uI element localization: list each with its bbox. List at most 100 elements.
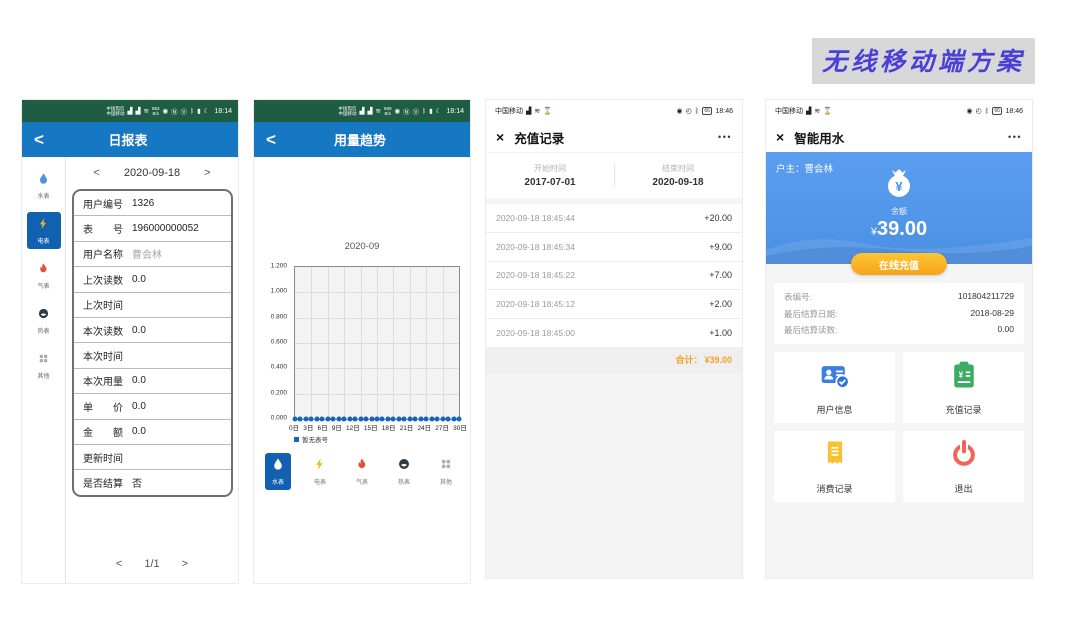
consume-record-card[interactable]: 消费记录 xyxy=(774,431,895,502)
sidebar-item-water-meter[interactable]: 水表 xyxy=(27,167,61,204)
wifi-icon: ≋ xyxy=(144,107,149,115)
record-row: 2020-09-18 18:45:00 +1.00 xyxy=(486,318,742,347)
total-value: ¥39.00 xyxy=(704,355,732,365)
wifi-icon: ≋ xyxy=(376,107,381,115)
balance-card-wrap: 户主：曹会林 ¥ 余额 ¥39.00 在线充值 xyxy=(766,152,1032,264)
chart-y-axis: 1.2001.0000.8000.6000.4000.2000.000 xyxy=(257,266,290,418)
grid-dots-icon xyxy=(439,457,453,476)
form-row: 是否结算 否 xyxy=(74,469,231,494)
consume-record-icon xyxy=(819,438,851,475)
form-row: 上次时间 xyxy=(74,292,231,317)
record-time: 2020-09-18 18:45:44 xyxy=(496,213,575,223)
record-amount: +1.00 xyxy=(709,328,732,338)
eye-icon: ◉ xyxy=(966,107,972,115)
exit-card[interactable]: 退出 xyxy=(903,431,1024,502)
field-label: 更新时间 xyxy=(83,450,123,465)
user-info-card[interactable]: 用户信息 xyxy=(774,352,895,423)
back-icon[interactable]: < xyxy=(34,130,44,150)
water-drop-icon xyxy=(271,457,285,476)
record-time: 2020-09-18 18:45:00 xyxy=(496,328,575,338)
field-value: 1326 xyxy=(132,198,154,209)
status-bar: 中国电信 中国移动 ▟ ▟ ≋ 853 B/s ◉ Ⓝ Ⓥ ᛒ ▮ ☾ 18:1… xyxy=(22,100,238,122)
tab-electric-meter[interactable]: 电表 xyxy=(307,453,333,490)
info-value: 2018-08-29 xyxy=(971,308,1014,320)
tab-heat-meter[interactable]: 热表 xyxy=(391,453,417,490)
form-row: 更新时间 xyxy=(74,444,231,469)
moon-icon: ☾ xyxy=(204,107,210,115)
sidebar-item-electric-meter[interactable]: 电表 xyxy=(27,212,61,249)
prev-date-button[interactable]: < xyxy=(93,167,99,179)
tab-water-meter[interactable]: 水表 xyxy=(265,453,291,490)
sidebar-item-heat-meter[interactable]: 热表 xyxy=(27,302,61,339)
sidebar-item-gas-meter[interactable]: 气表 xyxy=(27,257,61,294)
form-row: 上次读数 0.0 xyxy=(74,266,231,291)
form-row: 用户编号 1326 xyxy=(74,191,231,215)
status-bar: 中国移动 ▟ ≋ ⌛ ◉ ◴ ᛒ 66 18:46 xyxy=(486,100,742,122)
wifi-icon: ≋ xyxy=(534,107,540,115)
chart-legend: 暂无表号 xyxy=(294,434,460,444)
close-icon[interactable]: × xyxy=(496,129,504,145)
field-label: 上次读数 xyxy=(83,272,123,287)
online-recharge-button[interactable]: 在线充值 xyxy=(851,253,947,275)
heat-icon xyxy=(397,457,411,476)
next-page-button[interactable]: > xyxy=(182,558,188,570)
more-icon[interactable]: ••• xyxy=(1008,132,1022,142)
legend-label: 暂无表号 xyxy=(302,434,328,444)
app-bar-title: 日报表 xyxy=(44,130,212,149)
bluetooth-icon: ᛒ xyxy=(985,108,989,115)
signal-icon: ▟ xyxy=(526,107,531,115)
meter-info-card: 表编号: 101804211729 最后结算日期: 2018-08-29 最后结… xyxy=(774,283,1024,344)
next-date-button[interactable]: > xyxy=(204,167,210,179)
record-row: 2020-09-18 18:45:44 +20.00 xyxy=(486,204,742,232)
field-label: 本次读数 xyxy=(83,323,123,338)
start-date-filter[interactable]: 开始时间 2017-07-01 xyxy=(486,153,614,198)
page-title: 无线移动端方案 xyxy=(812,38,1035,84)
more-icon[interactable]: ••• xyxy=(718,132,732,142)
record-row: 2020-09-18 18:45:22 +7.00 xyxy=(486,261,742,290)
field-value: 0.0 xyxy=(132,375,146,386)
bluetooth-icon: ᛒ xyxy=(422,108,426,115)
shield-icon: Ⓥ xyxy=(181,106,188,116)
back-icon[interactable]: < xyxy=(266,130,276,150)
form-row: 金 额 0.0 xyxy=(74,419,231,444)
signal-icon: ▟ xyxy=(360,107,365,115)
signal-icon: ▟ xyxy=(806,107,811,115)
shield-icon: Ⓥ xyxy=(413,106,420,116)
tab-other[interactable]: 其他 xyxy=(433,453,459,490)
chart-x-axis: 0日3日6日9日12日15日18日21日24日27日30日 xyxy=(289,422,467,432)
record-list: 2020-09-18 18:45:44 +20.00 2020-09-18 18… xyxy=(486,204,742,347)
page-indicator: 1/1 xyxy=(144,558,159,570)
battery-icon: ▮ xyxy=(197,107,201,115)
end-date-filter[interactable]: 结束时间 2020-09-18 xyxy=(614,153,742,198)
bluetooth-icon: ᛒ xyxy=(695,108,699,115)
carrier-labels: 中国电信 中国移动 xyxy=(107,106,125,117)
app-bar: × 智能用水 ••• xyxy=(766,122,1032,152)
sidebar-item-other[interactable]: 其他 xyxy=(27,347,61,384)
record-row: 2020-09-18 18:45:34 +9.00 xyxy=(486,232,742,261)
prev-page-button[interactable]: < xyxy=(116,558,122,570)
carrier-label: 中国移动 xyxy=(775,106,803,116)
form-row: 单 价 0.0 xyxy=(74,393,231,418)
signal-icon: ▟ xyxy=(128,107,133,115)
status-time: 18:46 xyxy=(715,108,733,115)
nfc-icon: Ⓝ xyxy=(171,106,178,116)
lightning-icon xyxy=(37,217,50,235)
carrier-label: 中国移动 xyxy=(495,106,523,116)
form-row: 本次用量 0.0 xyxy=(74,368,231,393)
alarm-icon: ◴ xyxy=(976,107,982,115)
tab-gas-meter[interactable]: 气表 xyxy=(349,453,375,490)
recharge-record-card[interactable]: ¥ 充值记录 xyxy=(903,352,1024,423)
app-bar-title: 用量趋势 xyxy=(276,130,444,149)
close-icon[interactable]: × xyxy=(776,129,784,145)
field-label: 用户编号 xyxy=(83,196,123,211)
divider xyxy=(614,164,615,187)
app-bar: < 日报表 xyxy=(22,122,238,157)
field-label: 单 价 xyxy=(83,399,123,414)
money-bag-icon: ¥ xyxy=(881,164,917,205)
status-time: 18:14 xyxy=(446,108,464,115)
field-value: 否 xyxy=(132,475,142,490)
battery-icon: ▮ xyxy=(429,107,433,115)
action-grid: 用户信息 ¥ 充值记录 xyxy=(774,352,1024,502)
status-time: 18:14 xyxy=(214,108,232,115)
balance-value: ¥39.00 xyxy=(871,218,927,241)
